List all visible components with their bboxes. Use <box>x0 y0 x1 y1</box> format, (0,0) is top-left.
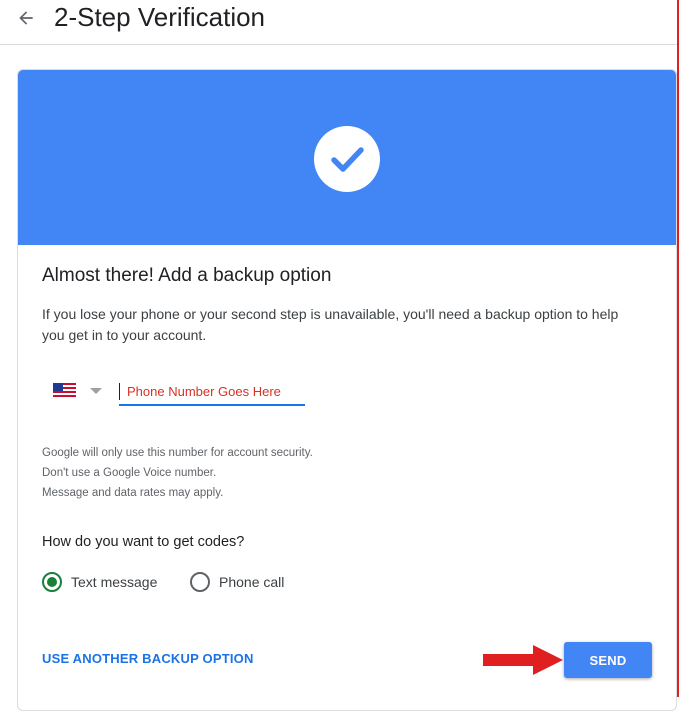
page-title: 2-Step Verification <box>54 2 266 32</box>
radio-selected-icon <box>42 572 62 592</box>
annotation-red-line <box>677 0 679 697</box>
phone-number-input[interactable]: Phone Number Goes Here <box>119 380 305 406</box>
arrow-left-icon <box>19 11 33 25</box>
backup-option-card: Almost there! Add a backup option If you… <box>17 69 677 711</box>
radio-label: Text message <box>71 574 158 590</box>
phone-notes: Google will only use this number for acc… <box>42 443 313 503</box>
radio-label: Phone call <box>219 574 285 590</box>
page-header: 2-Step Verification <box>0 0 677 45</box>
note-line: Don't use a Google Voice number. <box>42 467 217 479</box>
chevron-down-icon <box>90 388 102 394</box>
radio-text-message[interactable]: Text message <box>42 571 157 593</box>
card-description: If you lose your phone or your second st… <box>42 306 619 343</box>
check-circle-icon <box>314 126 380 192</box>
us-flag-icon <box>53 383 76 397</box>
country-picker[interactable] <box>53 381 105 399</box>
radio-phone-call[interactable]: Phone call <box>190 571 284 593</box>
radio-unselected-icon <box>190 572 210 592</box>
codes-question: How do you want to get codes? <box>42 534 245 550</box>
card-title: Almost there! Add a backup option <box>42 265 332 286</box>
text-cursor <box>119 383 120 400</box>
use-another-backup-option-link[interactable]: USE ANOTHER BACKUP OPTION <box>42 651 254 666</box>
send-button[interactable]: SEND <box>564 642 652 678</box>
note-line: Message and data rates may apply. <box>42 487 224 499</box>
annotation-arrow-icon <box>483 645 563 675</box>
success-banner <box>18 70 676 245</box>
phone-number-value: Phone Number Goes Here <box>127 384 281 399</box>
note-line: Google will only use this number for acc… <box>42 447 313 459</box>
back-button[interactable] <box>12 4 40 32</box>
